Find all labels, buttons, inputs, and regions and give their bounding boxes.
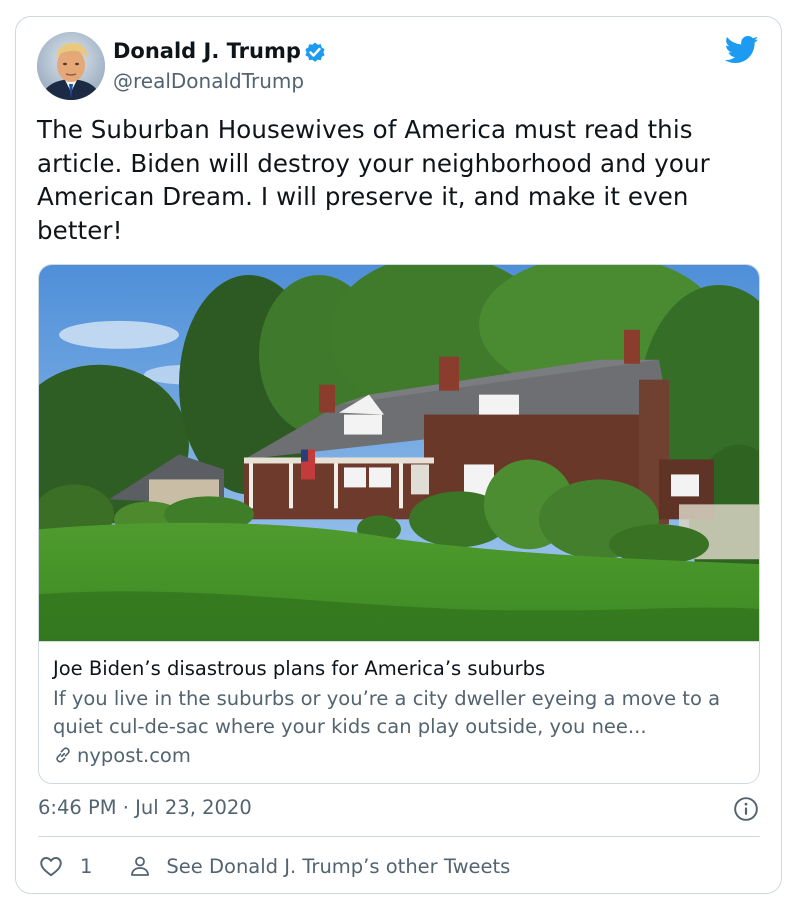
- verified-badge-icon: [305, 42, 325, 62]
- heart-icon[interactable]: [38, 853, 64, 879]
- person-icon[interactable]: [128, 854, 152, 878]
- like-count[interactable]: 1: [80, 855, 92, 878]
- author-handle[interactable]: @realDonaldTrump: [113, 69, 304, 93]
- action-row: 1 See Donald J. Trump’s other Tweets: [38, 851, 510, 881]
- link-domain: nypost.com: [77, 743, 191, 767]
- author-avatar[interactable]: [37, 32, 105, 100]
- link-title[interactable]: Joe Biden’s disastrous plans for America…: [53, 657, 545, 680]
- link-description: If you live in the suburbs or you’re a c…: [53, 687, 721, 738]
- link-icon: [56, 747, 70, 763]
- divider: [38, 836, 760, 837]
- link-preview-card[interactable]: Joe Biden’s disastrous plans for America…: [38, 264, 760, 784]
- author-name[interactable]: Donald J. Trump: [113, 39, 301, 63]
- other-tweets-link[interactable]: See Donald J. Trump’s other Tweets: [166, 855, 510, 878]
- tweet-text: The Suburban Housewives of America must …: [37, 115, 710, 245]
- twitter-bird-icon[interactable]: [725, 35, 759, 65]
- info-icon[interactable]: [733, 796, 759, 822]
- link-domain-row[interactable]: nypost.com: [53, 742, 191, 768]
- tweet-card: Donald J. Trump @realDonaldTrump The Sub…: [15, 16, 782, 894]
- avatar-photo: [37, 32, 105, 100]
- suburban-house-photo: [39, 265, 759, 642]
- tweet-timestamp[interactable]: 6:46 PM · Jul 23, 2020: [38, 796, 252, 819]
